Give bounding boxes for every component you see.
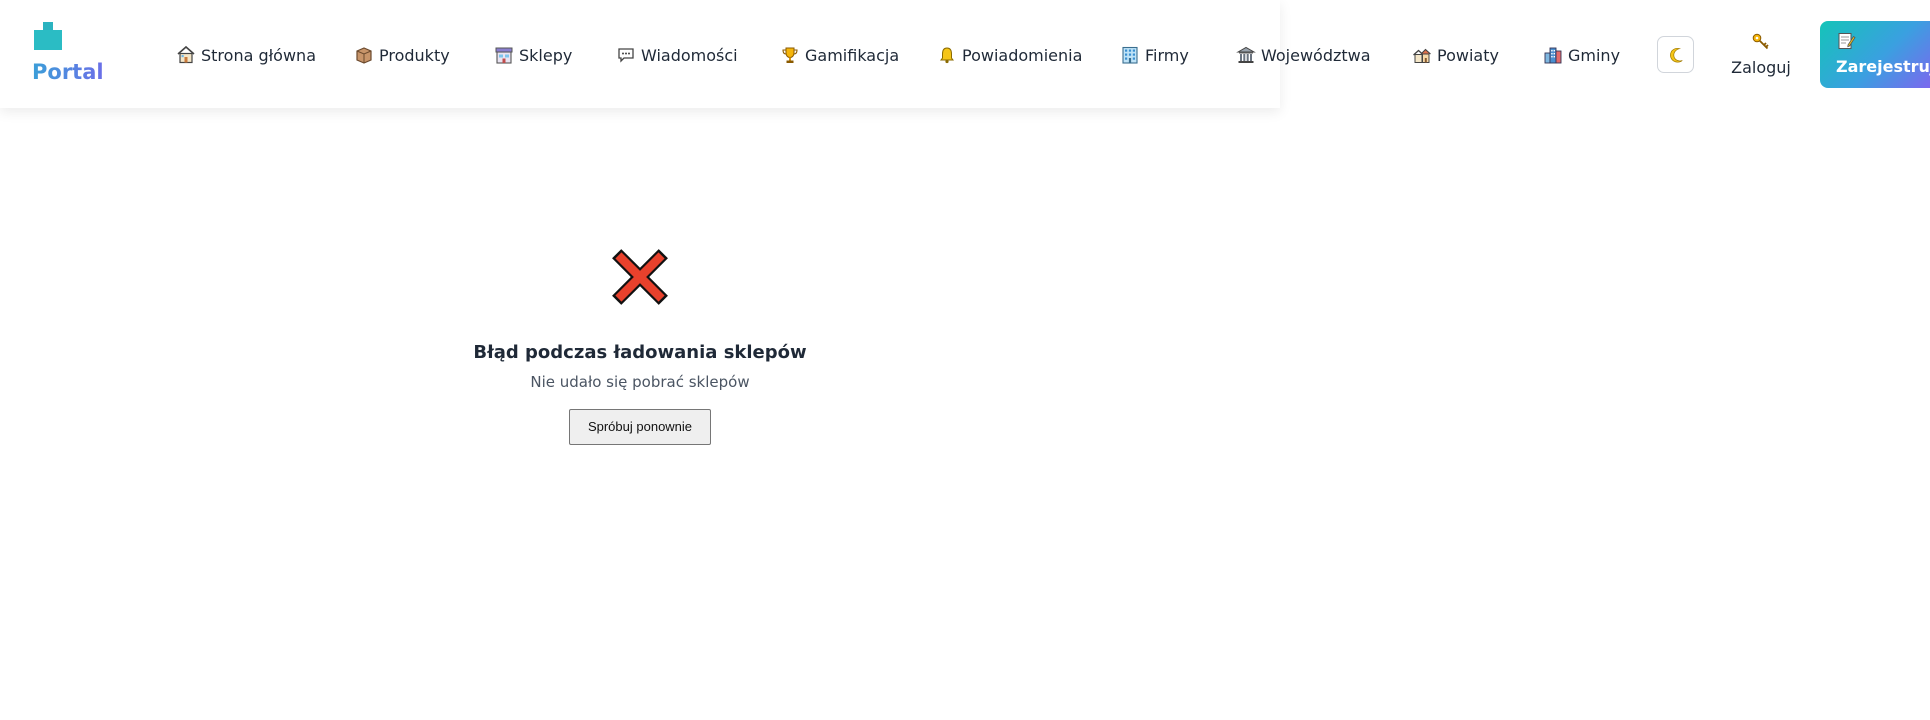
nav-item-counties[interactable]: Powiaty <box>1412 41 1499 69</box>
nav-item-products[interactable]: Produkty <box>354 41 450 69</box>
nav-item-stores[interactable]: Sklepy <box>494 41 572 69</box>
chat-bubble-icon <box>616 45 636 65</box>
nav-item-label: Powiaty <box>1437 45 1499 65</box>
bell-icon <box>937 45 957 65</box>
nav-item-label: Gamifikacja <box>805 45 900 65</box>
retry-button[interactable]: Spróbuj ponownie <box>569 409 711 445</box>
error-title: Błąd podczas ładowania sklepów <box>473 342 807 363</box>
nav-item-companies[interactable]: Firmy <box>1120 41 1189 69</box>
theme-toggle-button[interactable] <box>1657 36 1694 73</box>
nav-item-messages[interactable]: Wiadomości <box>616 41 738 69</box>
office-building-icon <box>1120 45 1140 65</box>
nav-item-label: Województwa <box>1261 45 1371 65</box>
nav-item-label: Strona główna <box>201 45 316 65</box>
register-label: Zarejestruj <box>1836 57 1930 76</box>
login-label: Zaloguj <box>1731 58 1791 77</box>
nav-item-gamification[interactable]: Gamifikacja <box>780 41 899 69</box>
logo-blocks-icon <box>34 22 62 50</box>
nav-item-label: Powiadomienia <box>962 45 1083 65</box>
error-state: Błąd podczas ładowania sklepów Nie udało… <box>440 242 840 445</box>
nav-item-label: Wiadomości <box>641 45 738 65</box>
key-icon <box>1752 33 1769 50</box>
nav-item-label: Produkty <box>379 45 450 65</box>
moon-icon <box>1669 47 1683 63</box>
nav-item-label: Gminy <box>1568 45 1621 65</box>
error-message: Nie udało się pobrać sklepów <box>530 373 750 391</box>
classical-building-icon <box>1236 45 1256 65</box>
houses-icon <box>1412 45 1432 65</box>
city-icon <box>1543 45 1563 65</box>
cross-mark-icon <box>612 249 668 305</box>
top-navbar: Portal Strona główna Produkty Sklepy Wia… <box>0 0 1930 108</box>
nav-item-home[interactable]: Strona główna <box>176 41 316 69</box>
nav-item-voivodeships[interactable]: Województwa <box>1236 41 1371 69</box>
store-icon <box>494 45 514 65</box>
login-button[interactable]: Zaloguj <box>1730 30 1792 82</box>
portal-logo[interactable]: Portal <box>32 22 112 92</box>
logo-text: Portal <box>32 60 104 84</box>
nav-item-label: Sklepy <box>519 45 573 65</box>
home-icon <box>176 45 196 65</box>
register-button[interactable]: Zarejestruj <box>1820 21 1930 88</box>
memo-icon <box>1838 33 1856 49</box>
nav-item-municipalities[interactable]: Gminy <box>1543 41 1620 69</box>
trophy-icon <box>780 45 800 65</box>
nav-item-notifications[interactable]: Powiadomienia <box>937 41 1082 69</box>
nav-item-label: Firmy <box>1145 45 1189 65</box>
package-icon <box>354 45 374 65</box>
